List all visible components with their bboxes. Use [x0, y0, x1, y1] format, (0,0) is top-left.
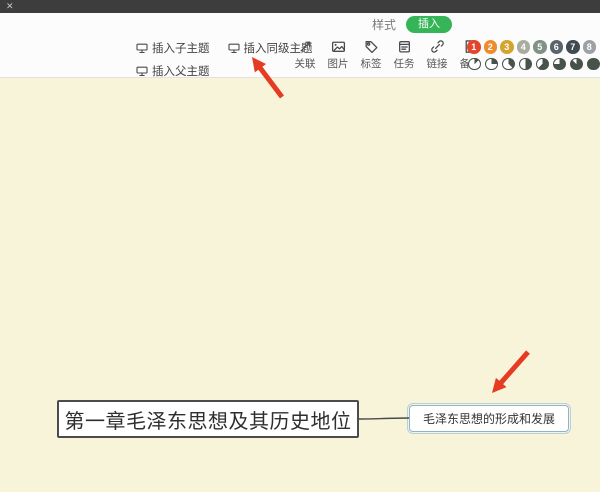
priority-markers: 1 2 3 4 5 6 7 8: [467, 40, 600, 54]
topic-node-icon: [228, 43, 240, 54]
priority-marker-8[interactable]: 8: [583, 40, 597, 54]
tool-tag[interactable]: 标签: [358, 39, 384, 71]
mindmap-canvas[interactable]: 第一章毛泽东思想及其历史地位 毛泽东思想的形成和发展: [0, 78, 600, 492]
progress-marker-4[interactable]: [519, 58, 532, 71]
tool-relation[interactable]: 关联: [292, 39, 318, 71]
progress-marker-8[interactable]: [587, 58, 600, 71]
task-icon: [397, 39, 412, 54]
sub-topic-node-selected[interactable]: 毛泽东思想的形成和发展: [409, 405, 569, 432]
app-window: ✕ 样式 插入 插入子主题: [0, 0, 600, 492]
titlebar: ✕: [0, 0, 600, 13]
priority-marker-6[interactable]: 6: [550, 40, 564, 54]
ribbon-tabs: 样式 插入: [372, 16, 452, 33]
tab-style[interactable]: 样式: [372, 16, 396, 33]
tool-link[interactable]: 链接: [424, 39, 450, 71]
priority-marker-5[interactable]: 5: [533, 40, 547, 54]
priority-marker-3[interactable]: 3: [500, 40, 514, 54]
priority-marker-1[interactable]: 1: [467, 40, 481, 54]
progress-markers: [468, 58, 600, 71]
tag-icon: [364, 39, 379, 54]
insert-parent-topic-button[interactable]: 插入父主题: [136, 63, 210, 79]
close-icon[interactable]: ✕: [6, 0, 14, 13]
image-icon: [331, 39, 346, 54]
tool-tag-label: 标签: [361, 56, 382, 71]
progress-marker-5[interactable]: [536, 58, 549, 71]
progress-marker-6[interactable]: [553, 58, 566, 71]
main-topic-node[interactable]: 第一章毛泽东思想及其历史地位: [57, 400, 359, 438]
topic-node-icon: [136, 66, 148, 77]
toolbar: 样式 插入 插入子主题: [0, 13, 600, 78]
tool-icons: 关联 图片 标签: [292, 39, 483, 71]
insert-child-topic-button[interactable]: 插入子主题: [136, 40, 210, 56]
progress-marker-1[interactable]: [468, 58, 481, 71]
tool-task-label: 任务: [394, 56, 415, 71]
tool-relation-label: 关联: [295, 56, 316, 71]
progress-marker-2[interactable]: [485, 58, 498, 71]
topic-node-icon: [136, 43, 148, 54]
insert-parent-topic-label: 插入父主题: [152, 63, 210, 79]
priority-marker-4[interactable]: 4: [517, 40, 531, 54]
link-icon: [430, 39, 445, 54]
priority-marker-7[interactable]: 7: [566, 40, 580, 54]
progress-marker-3[interactable]: [502, 58, 515, 71]
relation-arrow-icon: [298, 39, 313, 54]
progress-marker-7[interactable]: [570, 58, 583, 71]
marker-palette: 1 2 3 4 5 6 7 8: [467, 40, 600, 70]
tool-task[interactable]: 任务: [391, 39, 417, 71]
tool-image[interactable]: 图片: [325, 39, 351, 71]
insert-child-topic-label: 插入子主题: [152, 40, 210, 56]
tool-image-label: 图片: [328, 56, 349, 71]
tab-insert[interactable]: 插入: [406, 16, 452, 33]
priority-marker-2[interactable]: 2: [484, 40, 498, 54]
tool-link-label: 链接: [427, 56, 448, 71]
